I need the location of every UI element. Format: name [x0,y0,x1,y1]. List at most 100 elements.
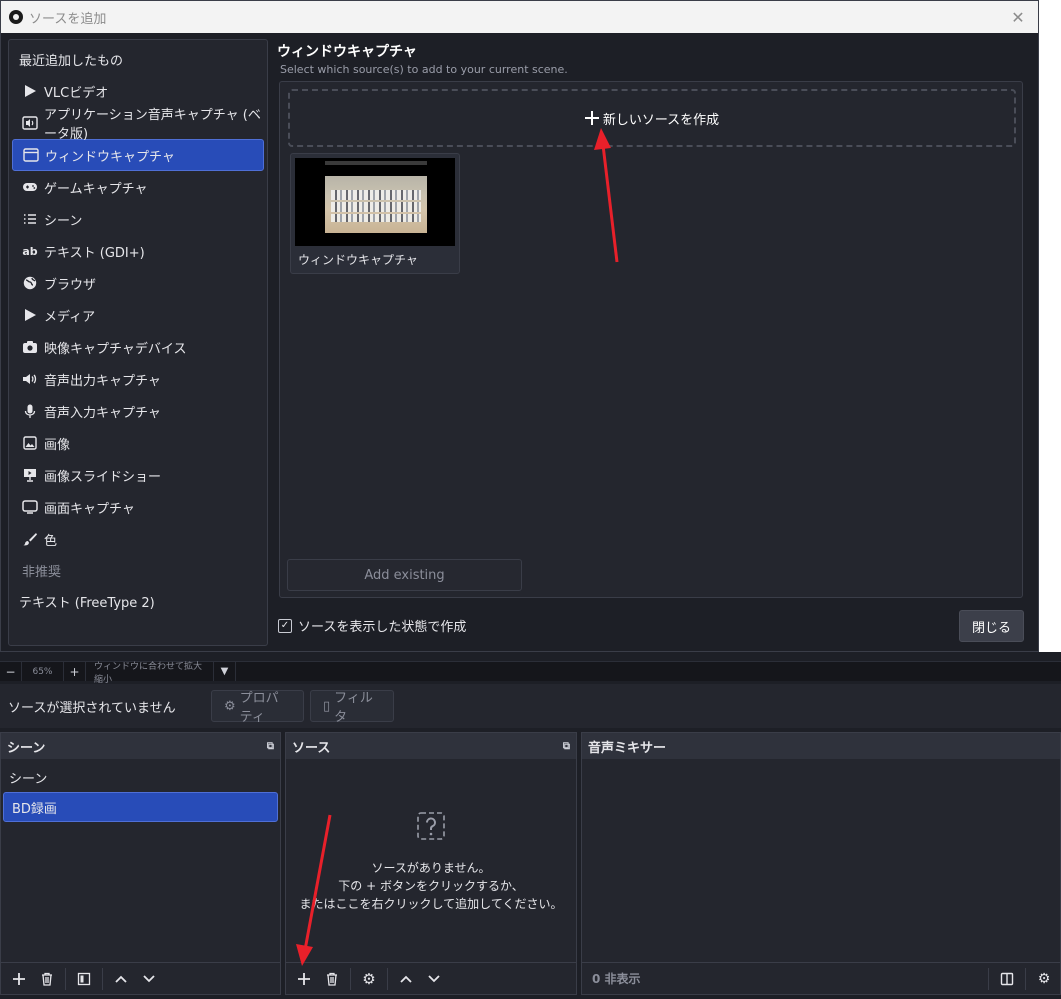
scene-filters-button[interactable] [70,965,98,993]
source-type-label: 映像キャプチャデバイス [44,341,187,357]
source-type-label: テキスト (FreeType 2) [19,595,155,611]
source-type-label: ブラウザ [44,277,97,293]
dialog-subtitle: Select which source(s) to add to your cu… [280,63,568,76]
zoom-level[interactable]: 65% [22,662,64,681]
source-type-item[interactable]: 色 [12,523,264,555]
source-type-item[interactable]: ウィンドウキャプチャ [12,139,264,171]
chevron-up-icon [400,975,412,983]
source-type-section-header: 非推奨 [12,555,264,585]
mixer-settings-button[interactable]: ⚙ [1030,965,1058,993]
close-icon[interactable]: ✕ [1006,5,1030,29]
source-type-item[interactable]: メディア [12,299,264,331]
no-source-selected-text: ソースが選択されていません [8,700,176,716]
zoom-out-button[interactable]: − [0,662,22,681]
source-properties-button[interactable]: ⚙ [355,965,383,993]
source-type-item[interactable]: テキスト (FreeType 2) [12,585,264,617]
source-type-label: 非推奨 [22,564,62,580]
context-bar: ソースが選択されていません ⚙ プロパティ ▯ フィルタ [0,684,1061,728]
visible-checkbox-label: ソースを表示した状態で作成 [298,620,467,635]
image-icon [22,435,38,451]
move-scene-down-button[interactable] [135,965,163,993]
question-icon [417,812,445,840]
source-type-item[interactable]: ab テキスト (GDI+) [12,235,264,267]
source-type-label: テキスト (GDI+) [44,245,145,261]
audio-mixer-dock: 音声ミキサー 0 非表示 ⚙ [581,732,1061,995]
mixer-dock-header: 音声ミキサー [582,733,1060,759]
sources-dock[interactable]: ソース ⧉ ソースがありません。 下の + ボタンをクリックするか、 またはここ… [285,732,577,995]
source-type-label: ウィンドウキャプチャ [45,149,175,165]
source-type-item[interactable]: ブラウザ [12,267,264,299]
brush-icon [22,531,38,547]
mixer-toolbar: 0 非表示 ⚙ [582,962,1060,994]
properties-button[interactable]: ⚙ プロパティ [211,690,304,725]
visible-checkbox-row[interactable]: ✓ ソースを表示した状態で作成 [278,616,466,635]
existing-sources-panel: 新しいソースを作成 ウィンドウキャプチャ Add existing [279,81,1023,598]
globe-icon [22,275,38,291]
source-type-item[interactable]: 映像キャプチャデバイス [12,331,264,363]
trash-icon [42,972,52,986]
zoom-dropdown-icon[interactable]: ▼ [214,662,236,681]
source-type-item[interactable]: 画面キャプチャ [12,491,264,523]
existing-source-label: ウィンドウキャプチャ [298,253,418,267]
zoom-fit-label[interactable]: ウィンドウに合わせて拡大縮小 [86,662,214,685]
zoom-in-button[interactable]: + [64,662,86,681]
source-type-label: 画面キャプチャ [44,501,135,517]
source-type-label: アプリケーション音声キャプチャ (ベータ版) [44,108,261,142]
gamepad-icon [22,179,38,195]
source-type-item[interactable]: 音声入力キャプチャ [12,395,264,427]
filters-button[interactable]: ▯ フィルタ [310,690,394,725]
undock-icon[interactable]: ⧉ [563,741,570,752]
scene-item-selected[interactable]: BD録画 [3,792,278,822]
scenes-title: シーン [7,740,46,756]
source-type-item[interactable]: 音声出力キャプチャ [12,363,264,395]
remove-scene-button[interactable] [33,965,61,993]
gear-icon: ⚙ [224,698,236,714]
chevron-down-icon [428,974,440,982]
move-source-down-button[interactable] [420,965,448,993]
undock-icon[interactable]: ⧉ [267,741,274,752]
source-type-item[interactable]: シーン [12,203,264,235]
source-type-label: メディア [44,309,96,325]
source-type-item[interactable]: 画像 [12,427,264,459]
list-icon [22,211,38,227]
slideshow-icon [22,467,38,483]
source-type-item[interactable]: 画像スライドショー [12,459,264,491]
move-source-up-button[interactable] [392,965,420,993]
chevron-up-icon [115,975,127,983]
dialog-title: ソースを追加 [29,11,107,27]
source-type-item[interactable]: アプリケーション音声キャプチャ (ベータ版) [12,107,264,142]
plus-icon [13,972,25,985]
source-type-item[interactable]: VLCビデオ [12,75,264,107]
hidden-count-label: 0 非表示 [592,972,641,986]
layout-icon [1000,972,1014,985]
dialog-titlebar: ソースを追加 ✕ [1,1,1038,33]
visible-checkbox[interactable]: ✓ [278,618,292,633]
source-type-label: 画像 [44,437,71,453]
plus-icon [298,972,310,985]
speaker-icon [22,371,38,387]
app-audio-icon [22,115,38,131]
source-type-item[interactable]: ゲームキャプチャ [12,171,264,203]
move-scene-up-button[interactable] [107,965,135,993]
create-new-source-button[interactable]: 新しいソースを作成 [288,89,1016,147]
scenes-dock-header: シーン ⧉ [1,733,280,759]
existing-source-card[interactable]: ウィンドウキャプチャ [290,153,460,274]
source-type-item[interactable]: 最近追加したもの [12,43,264,75]
add-existing-button[interactable]: Add existing [287,559,522,591]
remove-source-button[interactable] [318,965,346,993]
empty-line-2: 下の + ボタンをクリックするか、 [338,879,524,893]
add-scene-button[interactable] [5,965,33,993]
source-type-label: 最近追加したもの [19,53,124,69]
empty-line-1: ソースがありません。 [371,861,491,875]
source-thumbnail [295,158,455,246]
gears-icon: ⚙ [1037,970,1051,987]
scene-item[interactable]: シーン [1,762,280,792]
source-type-label: 音声出力キャプチャ [44,373,161,389]
thumbnail-photo [325,176,427,233]
source-type-label: 色 [44,533,58,549]
selected-source-type-title: ウィンドウキャプチャ [277,44,417,60]
add-source-button[interactable] [290,965,318,993]
mixer-layout-button[interactable] [993,965,1021,993]
add-source-dialog: ソースを追加 ✕ 最近追加したもの VLCビデオ アプリケーション音声キャプチャ (… [0,0,1039,652]
close-button[interactable]: 閉じる [959,610,1024,642]
